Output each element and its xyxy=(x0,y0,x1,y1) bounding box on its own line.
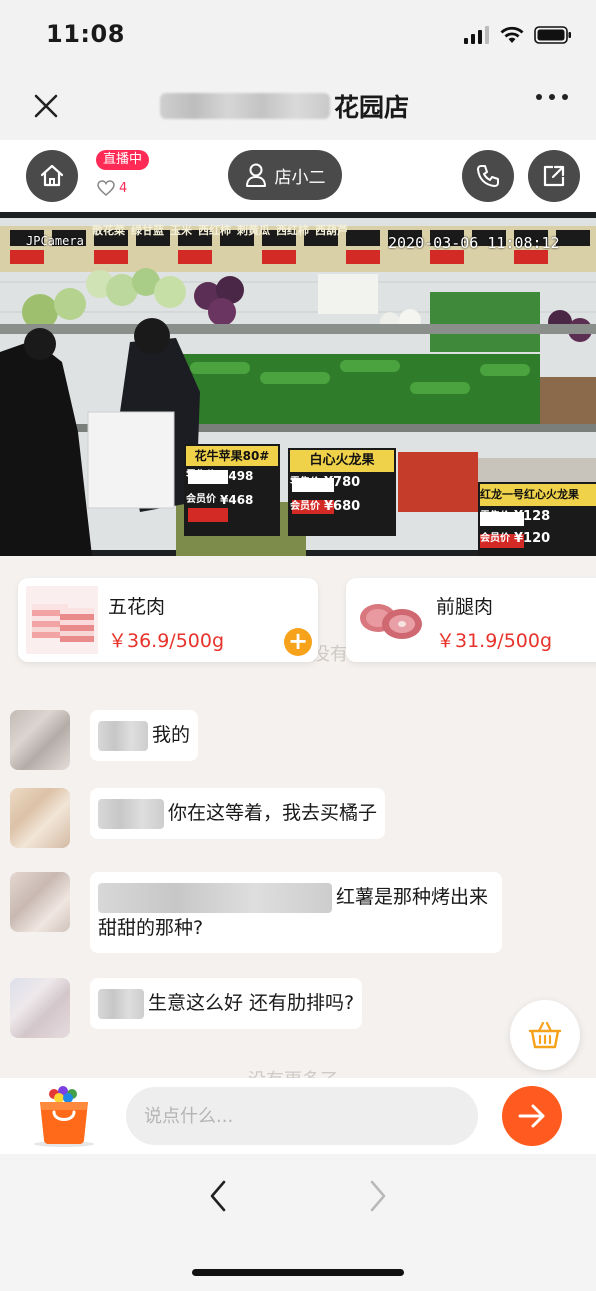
chat-text-line1: 红薯是那种烤出来 xyxy=(336,886,489,908)
avatar xyxy=(10,710,70,770)
share-button[interactable] xyxy=(528,150,580,202)
battery-icon xyxy=(534,26,571,44)
chat-message: 生意这么好 还有肋排吗? xyxy=(0,974,596,1044)
chat-area: 没有 五花肉 ￥36.9/500g + 前腿肉 ￥31.9/500g 我的 你在… xyxy=(0,556,596,1078)
shelf-label: 玉米 xyxy=(170,224,192,237)
redacted-username xyxy=(98,988,144,1019)
likes-number: 4 xyxy=(119,180,128,196)
price-tag-member-label: 会员价 xyxy=(290,501,320,512)
redacted-username xyxy=(98,720,148,751)
chat-message: 我的 xyxy=(0,704,596,774)
chat-text: 你在这等着，我去买橘子 xyxy=(168,802,378,824)
share-icon xyxy=(543,165,565,187)
status-icons xyxy=(464,26,572,44)
user-icon xyxy=(245,163,266,187)
nav-bar: 花园店 xyxy=(0,72,596,140)
home-button[interactable] xyxy=(26,150,78,202)
chevron-right-icon[interactable] xyxy=(360,1176,396,1216)
chat-bubble: 红薯是那种烤出来 甜甜的那种? xyxy=(90,872,502,953)
chat-message: 你在这等着，我去买橘子 xyxy=(0,784,596,854)
send-button[interactable] xyxy=(502,1086,562,1146)
basket-button[interactable] xyxy=(510,1000,580,1070)
store-title-text: 花园店 xyxy=(334,93,410,122)
price-tag-sale-label: 零售价 xyxy=(480,511,510,522)
store-title: 花园店 xyxy=(160,86,409,126)
live-header: 直播中 4 店小二 xyxy=(0,140,596,212)
status-time: 11:08 xyxy=(46,20,125,48)
price-tag: 白心火龙果 零售价 ¥780 会员价 ¥680 xyxy=(290,450,394,518)
chat-text: 生意这么好 还有肋排吗? xyxy=(148,992,355,1014)
shelf-label-list: 散花菜 绿甘蓝 玉米 西红柿 刺黄瓜 西红柿 西葫芦 xyxy=(92,222,348,238)
redacted-username xyxy=(98,882,332,913)
price-tag: 花牛苹果80# 零售价 ¥498 会员价 ¥468 xyxy=(186,446,278,510)
product-card[interactable]: 五花肉 ￥36.9/500g + xyxy=(18,578,318,662)
chat-bubble: 我的 xyxy=(90,710,199,761)
home-icon xyxy=(40,164,64,187)
price-tag-member-price: ¥468 xyxy=(220,493,254,507)
product-card[interactable]: 前腿肉 ￥31.9/500g xyxy=(346,578,596,662)
product-price: ￥36.9/500g xyxy=(108,630,225,652)
likes-count[interactable]: 4 xyxy=(97,180,127,196)
shelf-label: 刺黄瓜 xyxy=(237,224,270,237)
avatar xyxy=(10,978,70,1038)
price-tag-sale-price: ¥498 xyxy=(220,469,254,483)
price-tag-member-price: ¥120 xyxy=(514,531,551,546)
heart-icon xyxy=(97,180,115,196)
price-tag-sale-label: 零售价 xyxy=(186,470,216,481)
add-icon[interactable]: + xyxy=(284,628,312,656)
browser-toolbar xyxy=(0,1154,596,1291)
pork-belly-image xyxy=(26,586,98,654)
camera-watermark: JPCamera xyxy=(26,234,84,248)
close-icon[interactable] xyxy=(28,88,64,124)
phone-icon xyxy=(477,165,499,187)
redacted-username xyxy=(98,798,164,829)
basket-icon xyxy=(528,1021,562,1049)
chat-text-line2: 甜甜的那种? xyxy=(98,916,204,939)
redacted-store-name xyxy=(160,93,330,119)
price-tag-sale-label: 零售价 xyxy=(290,477,320,488)
live-video[interactable]: JPCamera 2020-03-06 11:08:12 散花菜 绿甘蓝 玉米 … xyxy=(0,212,596,556)
signal-icon xyxy=(464,26,489,44)
price-tag-sale-price: ¥128 xyxy=(514,509,551,524)
shopping-bag-icon[interactable] xyxy=(32,1084,96,1148)
product-name: 五花肉 xyxy=(108,596,166,618)
chevron-left-icon[interactable] xyxy=(200,1176,236,1216)
arrow-right-icon xyxy=(518,1104,545,1128)
price-tag-name: 花牛苹果80# xyxy=(194,449,270,463)
chat-text: 我的 xyxy=(152,724,191,746)
price-tag-member-price: ¥680 xyxy=(324,499,361,514)
home-indicator[interactable] xyxy=(192,1269,404,1276)
shelf-label: 西葫芦 xyxy=(315,224,348,237)
shelf-label: 西红柿 xyxy=(198,224,231,237)
host-label: 店小二 xyxy=(274,167,326,188)
live-badge: 直播中 xyxy=(96,150,150,170)
shelf-label: 西红柿 xyxy=(276,224,309,237)
avatar xyxy=(10,788,70,848)
avatar xyxy=(10,872,70,932)
price-tag-sale-price: ¥780 xyxy=(324,475,361,490)
product-name: 前腿肉 xyxy=(436,596,494,618)
more-icon[interactable] xyxy=(536,94,568,100)
chat-bubble: 生意这么好 还有肋排吗? xyxy=(90,978,363,1029)
chat-bubble: 你在这等着，我去买橘子 xyxy=(90,788,386,839)
faded-end-text: 没有更多了 xyxy=(248,1066,338,1078)
price-tag-member-label: 会员价 xyxy=(480,533,510,544)
status-bar: 11:08 xyxy=(0,0,596,72)
price-tag-member-label: 会员价 xyxy=(186,494,216,505)
wifi-icon xyxy=(500,26,524,43)
price-tag: 红龙一号红心火龙果 零售价 ¥128 会员价 ¥120 xyxy=(480,484,596,550)
chat-message: 红薯是那种烤出来 甜甜的那种? xyxy=(0,868,596,964)
camera-timestamp: 2020-03-06 11:08:12 xyxy=(388,234,560,252)
pork-leg-image xyxy=(354,586,426,654)
shelf-label: 散花菜 xyxy=(92,224,125,237)
call-button[interactable] xyxy=(462,150,514,202)
input-bar xyxy=(0,1078,596,1154)
price-tag-name: 红龙一号红心火龙果 xyxy=(480,488,579,501)
chat-input[interactable] xyxy=(126,1087,478,1145)
host-button[interactable]: 店小二 xyxy=(228,150,342,200)
product-price: ￥31.9/500g xyxy=(436,630,553,652)
price-tag-name: 白心火龙果 xyxy=(309,453,375,468)
shelf-label: 绿甘蓝 xyxy=(131,224,164,237)
